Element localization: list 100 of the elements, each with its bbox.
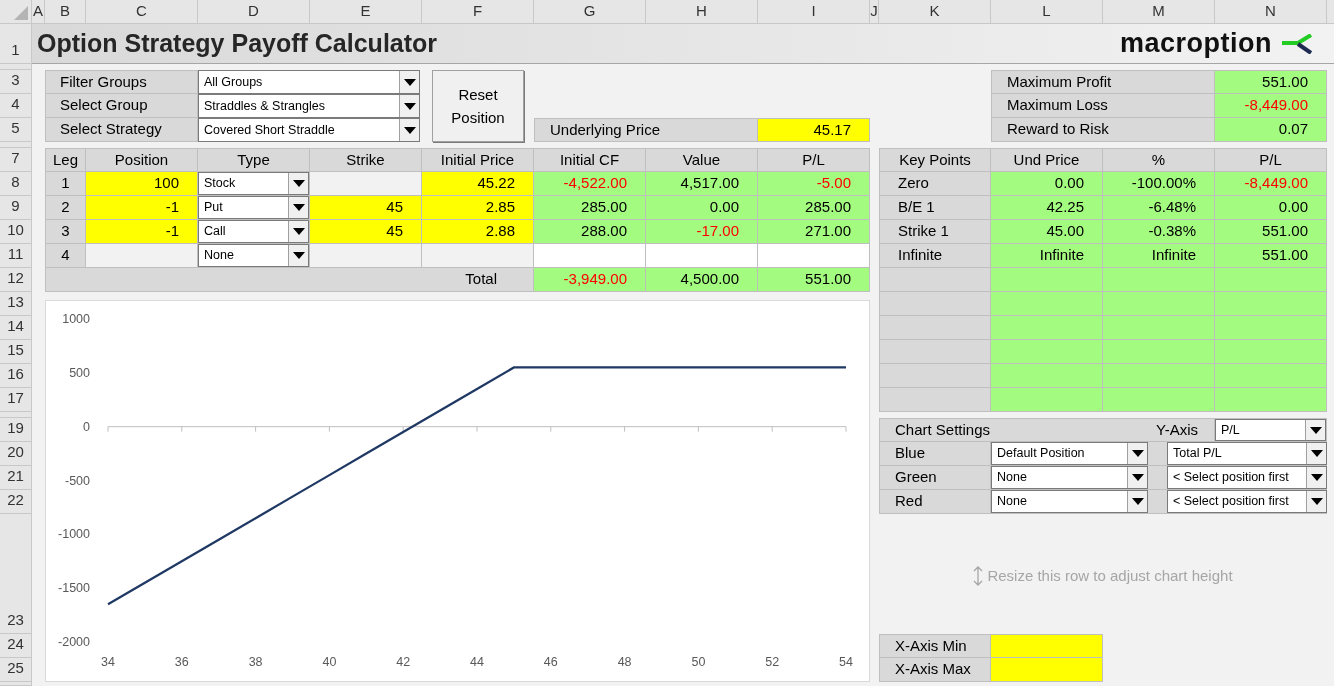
- x-tick-label: 48: [617, 655, 632, 669]
- table-cell: 551.00: [1215, 244, 1327, 268]
- row-header[interactable]: 24: [0, 634, 32, 658]
- caret-icon[interactable]: [288, 245, 308, 266]
- column-header[interactable]: I: [758, 0, 870, 24]
- column-header[interactable]: E: [310, 0, 422, 24]
- dropdown[interactable]: None: [198, 244, 309, 267]
- row-header[interactable]: 1: [0, 24, 32, 64]
- table-cell: -17.00: [646, 220, 758, 244]
- row-header[interactable]: 15: [0, 340, 32, 364]
- column-heading: Leg: [45, 148, 86, 172]
- row-header[interactable]: 25: [0, 658, 32, 682]
- row-header[interactable]: 19: [0, 418, 32, 442]
- caret-icon[interactable]: [288, 221, 308, 242]
- column-header[interactable]: K: [879, 0, 991, 24]
- row-header[interactable]: 13: [0, 292, 32, 316]
- row-header[interactable]: 7: [0, 148, 32, 172]
- resize-arrows-icon: [973, 566, 984, 586]
- row-header[interactable]: 5: [0, 118, 32, 142]
- dropdown[interactable]: All Groups: [198, 70, 420, 94]
- table-cell: Blue: [879, 442, 991, 466]
- dropdown[interactable]: Stock: [198, 172, 309, 195]
- column-heading: Position: [86, 148, 198, 172]
- y-axis-label: Y-Axis: [1156, 419, 1198, 440]
- dropdown[interactable]: None: [991, 466, 1148, 489]
- caret-icon[interactable]: [1127, 491, 1147, 512]
- row-header[interactable]: 23: [0, 514, 32, 634]
- column-heading: Type: [198, 148, 310, 172]
- column-heading: Initial Price: [422, 148, 534, 172]
- table-cell: Select Strategy: [45, 118, 198, 142]
- table-cell: 45.00: [991, 220, 1103, 244]
- y-tick-label: 500: [69, 365, 90, 380]
- caret-icon[interactable]: [399, 119, 419, 141]
- row-header[interactable]: 8: [0, 172, 32, 196]
- table-cell: 0.07: [1215, 118, 1327, 142]
- caret-icon[interactable]: [1306, 467, 1326, 488]
- table-cell: 2: [45, 196, 86, 220]
- row-header[interactable]: 10: [0, 220, 32, 244]
- x-tick-label: 52: [765, 655, 780, 669]
- column-header[interactable]: F: [422, 0, 534, 24]
- dropdown[interactable]: < Select position first: [1167, 490, 1327, 513]
- row-header[interactable]: 20: [0, 442, 32, 466]
- table-cell: 45.17: [758, 118, 870, 142]
- dropdown[interactable]: Total P/L: [1167, 442, 1327, 465]
- column-heading: Strike: [310, 148, 422, 172]
- table-cell: Strike 1: [879, 220, 991, 244]
- column-header[interactable]: M: [1103, 0, 1215, 24]
- caret-icon[interactable]: [1127, 467, 1147, 488]
- row-header[interactable]: 4: [0, 94, 32, 118]
- dropdown[interactable]: Put: [198, 196, 309, 219]
- reset-position-button[interactable]: Reset Position: [432, 70, 524, 142]
- caret-icon[interactable]: [1306, 491, 1326, 512]
- caret-icon[interactable]: [288, 197, 308, 218]
- dropdown[interactable]: None: [991, 490, 1148, 513]
- row-header[interactable]: 12: [0, 268, 32, 292]
- dropdown[interactable]: Straddles & Strangles: [198, 94, 420, 118]
- caret-icon[interactable]: [399, 71, 419, 93]
- caret-icon[interactable]: [288, 173, 308, 194]
- dropdown[interactable]: Covered Short Straddle: [198, 118, 420, 142]
- table-cell: 271.00: [758, 220, 870, 244]
- column-header[interactable]: B: [45, 0, 86, 24]
- table-cell: Zero: [879, 172, 991, 196]
- row-header[interactable]: 11: [0, 244, 32, 268]
- table-cell: Infinite: [991, 244, 1103, 268]
- x-tick-label: 46: [543, 655, 558, 669]
- caret-icon[interactable]: [1306, 443, 1326, 464]
- row-header[interactable]: 3: [0, 70, 32, 94]
- row-header[interactable]: 22: [0, 490, 32, 514]
- column-header[interactable]: N: [1215, 0, 1327, 24]
- caret-icon[interactable]: [399, 95, 419, 117]
- column-heading: %: [1103, 148, 1215, 172]
- dropdown[interactable]: P/L: [1215, 419, 1326, 441]
- table-cell: B/E 1: [879, 196, 991, 220]
- column-header[interactable]: D: [198, 0, 310, 24]
- column-header[interactable]: C: [86, 0, 198, 24]
- table-cell: 4,500.00: [646, 268, 758, 292]
- column-heading: Und Price: [991, 148, 1103, 172]
- caret-icon[interactable]: [1305, 420, 1325, 440]
- table-cell: 45.22: [422, 172, 534, 196]
- x-tick-label: 40: [322, 655, 337, 669]
- row-header[interactable]: 21: [0, 466, 32, 490]
- x-tick-label: 54: [839, 655, 853, 669]
- column-header[interactable]: G: [534, 0, 646, 24]
- dropdown[interactable]: < Select position first: [1167, 466, 1327, 489]
- caret-icon[interactable]: [1127, 443, 1147, 464]
- table-cell: -6.48%: [1103, 196, 1215, 220]
- column-header[interactable]: A: [32, 0, 45, 24]
- table-cell: 45: [310, 196, 422, 220]
- dropdown[interactable]: Call: [198, 220, 309, 243]
- row-header[interactable]: 16: [0, 364, 32, 388]
- row-header[interactable]: 14: [0, 316, 32, 340]
- y-tick-label: -2000: [58, 635, 90, 649]
- dropdown[interactable]: Default Position: [991, 442, 1148, 465]
- table-cell: 551.00: [758, 268, 870, 292]
- row-header[interactable]: 17: [0, 388, 32, 412]
- row-header[interactable]: 9: [0, 196, 32, 220]
- column-header[interactable]: L: [991, 0, 1103, 24]
- column-header[interactable]: H: [646, 0, 758, 24]
- table-cell: 285.00: [534, 196, 646, 220]
- table-cell: 4,517.00: [646, 172, 758, 196]
